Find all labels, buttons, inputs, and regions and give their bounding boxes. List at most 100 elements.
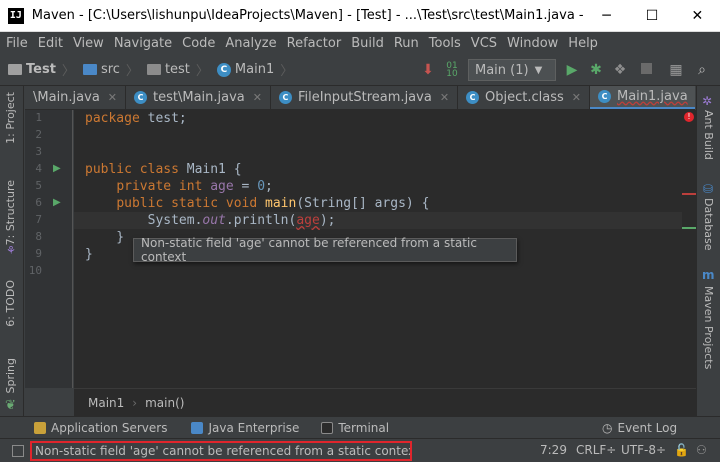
run-configuration-label: Main (1) xyxy=(475,62,529,78)
server-icon xyxy=(34,421,46,434)
run-configuration-select[interactable]: Main (1) ▼ xyxy=(468,59,556,81)
nav-crumb-package[interactable]: test 〉 xyxy=(146,60,209,79)
close-button[interactable]: ✕ xyxy=(675,0,720,32)
tab-fileinputstream-java[interactable]: C FileInputStream.java ✕ xyxy=(271,86,459,109)
intellij-logo-icon: IJ xyxy=(8,7,24,24)
menu-refactor[interactable]: Refactor xyxy=(287,36,342,51)
search-icon[interactable]: ⌕ xyxy=(694,62,710,78)
nav-crumb-src[interactable]: src 〉 xyxy=(82,60,139,79)
class-icon: C xyxy=(598,89,611,103)
tool-tab-structure[interactable]: 7: Structure xyxy=(4,180,17,245)
nav-crumb-project-label: Test xyxy=(26,62,56,77)
line-number: 3 xyxy=(35,145,42,158)
tool-window-terminal[interactable]: Terminal xyxy=(321,421,389,435)
line-number: 5 xyxy=(35,179,42,192)
tool-tab-project[interactable]: 1: Project xyxy=(4,92,17,144)
class-icon: C xyxy=(278,91,292,104)
class-icon: C xyxy=(466,91,480,104)
line-number: 7 xyxy=(35,213,42,226)
coverage-icon[interactable]: ❖ xyxy=(612,62,628,78)
debug-icon[interactable]: ✱ xyxy=(588,62,604,78)
nav-crumb-src-label: src xyxy=(100,62,120,77)
chevron-right-icon: 〉 xyxy=(280,64,294,79)
editor-breadcrumb: Main1 › main() xyxy=(74,388,696,416)
menu-edit[interactable]: Edit xyxy=(38,36,63,51)
folder-icon xyxy=(82,64,97,75)
error-indicator-icon[interactable]: ! xyxy=(684,112,694,122)
menu-navigate[interactable]: Navigate xyxy=(114,36,172,51)
toggle-tool-windows-icon[interactable] xyxy=(12,445,24,457)
editor-tabs: \Main.java ✕ C test\Main.java ✕ C FileIn… xyxy=(25,86,695,110)
nav-crumb-project[interactable]: Test 〉 xyxy=(8,60,75,79)
chevron-right-icon: 〉 xyxy=(61,64,75,79)
tool-tab-spring[interactable]: Spring xyxy=(4,358,17,394)
menu-view[interactable]: View xyxy=(73,36,104,51)
class-icon: C xyxy=(216,62,231,77)
menu-help[interactable]: Help xyxy=(568,36,598,51)
status-bar: Non-static field 'age' cannot be referen… xyxy=(0,438,720,462)
tool-window-event-log[interactable]: ◷ Event Log xyxy=(602,421,677,435)
tool-tab-ant-build[interactable]: Ant Build xyxy=(702,110,715,160)
tab-main1-java[interactable]: C Main1.java ✕ xyxy=(590,86,695,109)
chevron-right-icon: 〉 xyxy=(125,64,139,79)
line-number: 1 xyxy=(35,111,42,124)
chevron-right-icon: 〉 xyxy=(195,64,209,79)
menu-build[interactable]: Build xyxy=(351,36,384,51)
code-line-1: package test; xyxy=(85,111,187,126)
menu-analyze[interactable]: Analyze xyxy=(225,36,276,51)
line-separator[interactable]: CRLF÷ xyxy=(576,443,616,457)
close-icon[interactable]: ✕ xyxy=(253,91,262,104)
error-mark[interactable] xyxy=(682,193,696,195)
maximize-button[interactable]: ☐ xyxy=(629,0,674,32)
tool-tab-database[interactable]: Database xyxy=(702,198,715,251)
status-message: Non-static field 'age' cannot be referen… xyxy=(30,441,412,461)
tab-label: FileInputStream.java xyxy=(297,90,432,105)
menu-file[interactable]: File xyxy=(6,36,28,51)
line-number: 4 xyxy=(35,162,42,175)
right-tool-strip: ✲ Ant Build ⛁ Database m Maven Projects xyxy=(696,86,720,416)
run-gutter-icon[interactable]: ▶ xyxy=(53,163,61,174)
close-icon[interactable]: ✕ xyxy=(572,91,581,104)
lock-icon[interactable]: 🔓 xyxy=(674,443,689,457)
close-icon[interactable]: ✕ xyxy=(108,91,117,104)
tool-tab-todo[interactable]: 6: TODO xyxy=(4,280,17,327)
close-icon[interactable]: ✕ xyxy=(440,91,449,104)
breadcrumb-method[interactable]: main() xyxy=(145,396,184,410)
run-icon[interactable]: ▶ xyxy=(564,62,580,78)
inspector-icon[interactable]: ⚇ xyxy=(696,443,707,457)
menu-window[interactable]: Window xyxy=(507,36,558,51)
change-mark[interactable] xyxy=(682,227,696,229)
tab-main-java-1[interactable]: \Main.java ✕ xyxy=(25,86,127,109)
breadcrumb-class[interactable]: Main1 xyxy=(88,396,124,410)
window-title: Maven - [C:\Users\lishunpu\IdeaProjects\… xyxy=(31,8,584,23)
menu-run[interactable]: Run xyxy=(394,36,419,51)
ant-icon: ✲ xyxy=(702,94,713,108)
line-number: 2 xyxy=(35,128,42,141)
tab-test-main-java[interactable]: C test\Main.java ✕ xyxy=(126,86,271,109)
tool-windows-bar: Application Servers Java Enterprise Term… xyxy=(0,416,720,438)
run-gutter-icon[interactable]: ▶ xyxy=(53,197,61,208)
error-stripe[interactable]: ! xyxy=(682,110,696,388)
file-encoding[interactable]: UTF-8÷ xyxy=(621,443,666,457)
code-line-8: } xyxy=(85,230,125,245)
tool-window-application-servers[interactable]: Application Servers xyxy=(34,421,167,435)
caret-position[interactable]: 7:29 xyxy=(540,443,567,457)
nav-crumb-class[interactable]: C Main1 〉 xyxy=(216,60,294,79)
project-structure-icon[interactable]: ▦ xyxy=(668,62,684,78)
tool-tab-maven-projects[interactable]: Maven Projects xyxy=(702,286,715,369)
tab-object-class[interactable]: C Object.class ✕ xyxy=(458,86,590,109)
menu-code[interactable]: Code xyxy=(182,36,215,51)
database-icon: ⛁ xyxy=(703,182,714,196)
tool-window-label: Java Enterprise xyxy=(208,420,300,435)
chevron-down-icon: ▼ xyxy=(534,64,543,76)
binary-build-icon[interactable]: 01 10 xyxy=(444,62,460,79)
code-line-5: private int age = 0; xyxy=(116,179,273,194)
tool-window-java-enterprise[interactable]: Java Enterprise xyxy=(191,421,299,435)
menu-tools[interactable]: Tools xyxy=(429,36,461,51)
title-bar: IJ Maven - [C:\Users\lishunpu\IdeaProjec… xyxy=(0,0,720,32)
build-arrow-icon[interactable]: ⬇ xyxy=(420,62,436,78)
minimize-button[interactable]: ─ xyxy=(584,0,629,32)
menu-vcs[interactable]: VCS xyxy=(471,36,497,51)
stop-icon[interactable] xyxy=(638,62,654,78)
tab-label: Object.class xyxy=(485,90,564,105)
